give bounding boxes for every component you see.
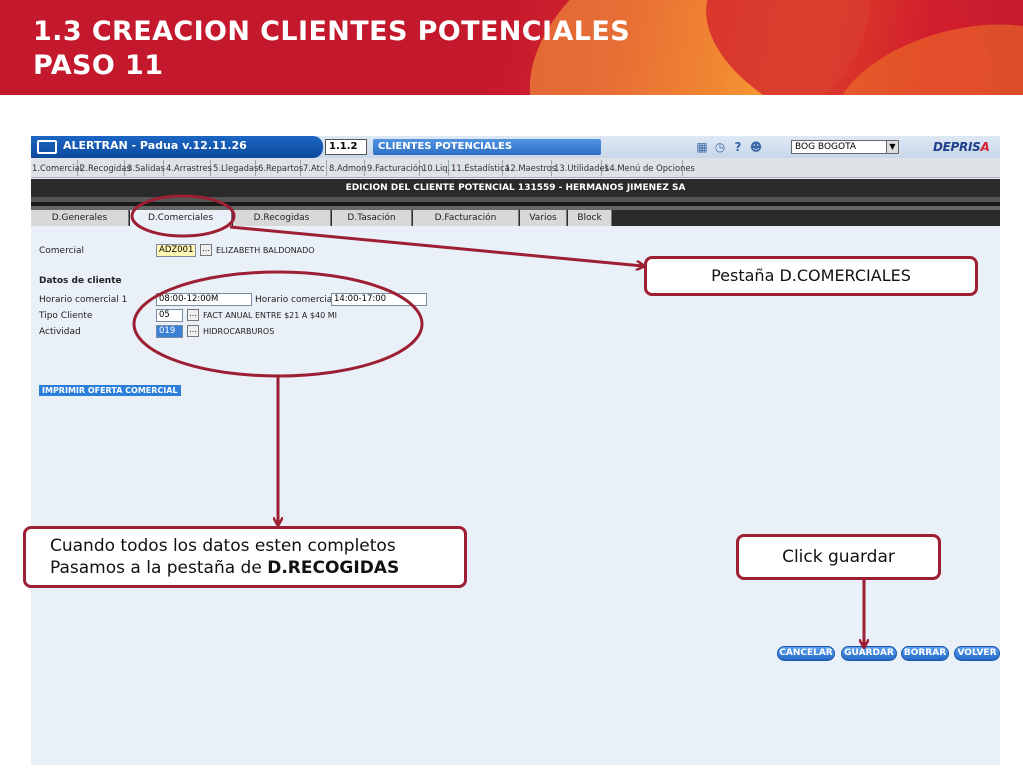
tab-d-facturacion[interactable]: D.Facturación (413, 210, 519, 226)
app-titlebar: ALERTRAN - Padua v.12.11.26 1.1.2 CLIENT… (31, 136, 1000, 158)
slide-title: 1.3 CREACION CLIENTES POTENCIALES PASO 1… (33, 15, 630, 83)
slide-title-line2: PASO 11 (33, 50, 164, 81)
menu-item-opciones[interactable]: 14.Menú de Opciones (603, 160, 695, 176)
deprisa-logo: DEPRISA (933, 140, 990, 154)
tab-d-comerciales[interactable]: D.Comerciales (130, 210, 232, 226)
tab-bar: D.Generales D.Comerciales D.Recogidas D.… (31, 210, 1000, 226)
menu-item-maestros[interactable]: 12.Maestros (504, 160, 556, 176)
menu-item-atc[interactable]: 7.Atc (302, 160, 327, 176)
truck-icon (37, 140, 57, 154)
tab-d-generales[interactable]: D.Generales (31, 210, 129, 226)
app-name: ALERTRAN - Padua v.12.11.26 (63, 139, 247, 152)
comercial-name: ELIZABETH BALDONADO (216, 246, 315, 255)
menu-item-salidas[interactable]: 3.Salidas (126, 160, 165, 176)
module-code-field[interactable]: 1.1.2 (325, 139, 367, 155)
menu-item-estadistica[interactable]: 11.Estadística (450, 160, 510, 176)
menu-item-utilidades[interactable]: 13.Utilidades (553, 160, 609, 176)
actividad-desc: HIDROCARBUROS (203, 327, 275, 336)
help-icon[interactable]: ? (731, 140, 745, 154)
print-offer-button[interactable]: IMPRIMIR OFERTA COMERCIAL (39, 385, 181, 396)
tipo-cliente-lookup-button[interactable]: ... (187, 309, 199, 321)
complete-callout-bold: D.RECOGIDAS (267, 558, 400, 578)
tab-varios[interactable]: Varios (520, 210, 567, 226)
tab-d-tasacion[interactable]: D.Tasación (332, 210, 412, 226)
menu-item-repartos[interactable]: 6.Repartos (257, 160, 303, 176)
section-title: Datos de cliente (39, 276, 122, 286)
complete-callout: Cuando todos los datos esten completos P… (23, 526, 467, 588)
app-window: ALERTRAN - Padua v.12.11.26 1.1.2 CLIENT… (31, 136, 1000, 765)
menu-item-liq[interactable]: 10.Liq. (421, 160, 450, 176)
save-callout: Click guardar (736, 534, 941, 580)
slide-title-line1: 1.3 CREACION CLIENTES POTENCIALES (33, 16, 631, 47)
logo-accent: A (980, 140, 990, 154)
horario1-label: Horario comercial 1 (39, 295, 128, 305)
clock-icon[interactable]: ◷ (713, 140, 727, 154)
chevron-down-icon[interactable]: ▼ (886, 141, 898, 153)
menu-item-llegadas[interactable]: 5.Llegadas (212, 160, 258, 176)
tab-callout: Pestaña D.COMERCIALES (644, 256, 978, 296)
complete-callout-prefix: Pasamos a la pestaña de (50, 558, 268, 578)
office-select-value: BOG BOGOTA (795, 142, 857, 152)
save-button[interactable]: GUARDAR (841, 646, 897, 661)
logo-text: DEPRIS (933, 140, 981, 154)
actividad-lookup-button[interactable]: ... (187, 325, 199, 337)
back-button[interactable]: VOLVER (954, 646, 1000, 661)
menu-item-arrastres[interactable]: 4.Arrastres (165, 160, 212, 176)
form-title: EDICION DEL CLIENTE POTENCIAL 131559 - H… (31, 179, 1000, 197)
tipo-cliente-label: Tipo Cliente (39, 311, 93, 321)
complete-callout-line1: Cuando todos los datos esten completos (50, 536, 396, 556)
calendar-icon[interactable]: ▦ (695, 140, 709, 154)
user-icon[interactable]: ☻ (749, 140, 763, 154)
slide-banner: 1.3 CREACION CLIENTES POTENCIALES PASO 1… (0, 0, 1023, 95)
comercial-label: Comercial (39, 246, 85, 256)
tipo-cliente-code-field[interactable]: 05 (156, 309, 183, 322)
cancel-button[interactable]: CANCELAR (777, 646, 835, 661)
app-title-area: ALERTRAN - Padua v.12.11.26 (31, 136, 323, 158)
slide: 1.3 CREACION CLIENTES POTENCIALES PASO 1… (0, 0, 1023, 783)
comercial-lookup-button[interactable]: ... (200, 244, 212, 256)
tipo-cliente-desc: FACT ANUAL ENTRE $21 A $40 MI (203, 311, 337, 320)
delete-button[interactable]: BORRAR (901, 646, 949, 661)
tab-d-recogidas[interactable]: D.Recogidas (233, 210, 331, 226)
menu-item-admon[interactable]: 8.Admon (328, 160, 366, 176)
actividad-label: Actividad (39, 327, 81, 337)
horario2-field[interactable]: 14:00-17:00 (331, 293, 427, 306)
office-select[interactable]: BOG BOGOTA ▼ (791, 140, 899, 154)
menu-item-recogidas[interactable]: 2.Recogidas (79, 160, 131, 176)
module-name: CLIENTES POTENCIALES (373, 139, 601, 155)
complete-callout-line2: Pasamos a la pestaña de D.RECOGIDAS (50, 557, 464, 579)
actividad-code-field[interactable]: 019 (156, 325, 183, 338)
menu-item-facturacion[interactable]: 9.Facturación (366, 160, 423, 176)
tab-block[interactable]: Block (568, 210, 612, 226)
horario1-field[interactable]: 08:00-12:00M (156, 293, 252, 306)
main-menu: 1.Comercial 2.Recogidas 3.Salidas 4.Arra… (31, 158, 1000, 178)
comercial-code-field[interactable]: ADZ001 (156, 244, 196, 257)
menu-item-comercial[interactable]: 1.Comercial (31, 160, 82, 176)
